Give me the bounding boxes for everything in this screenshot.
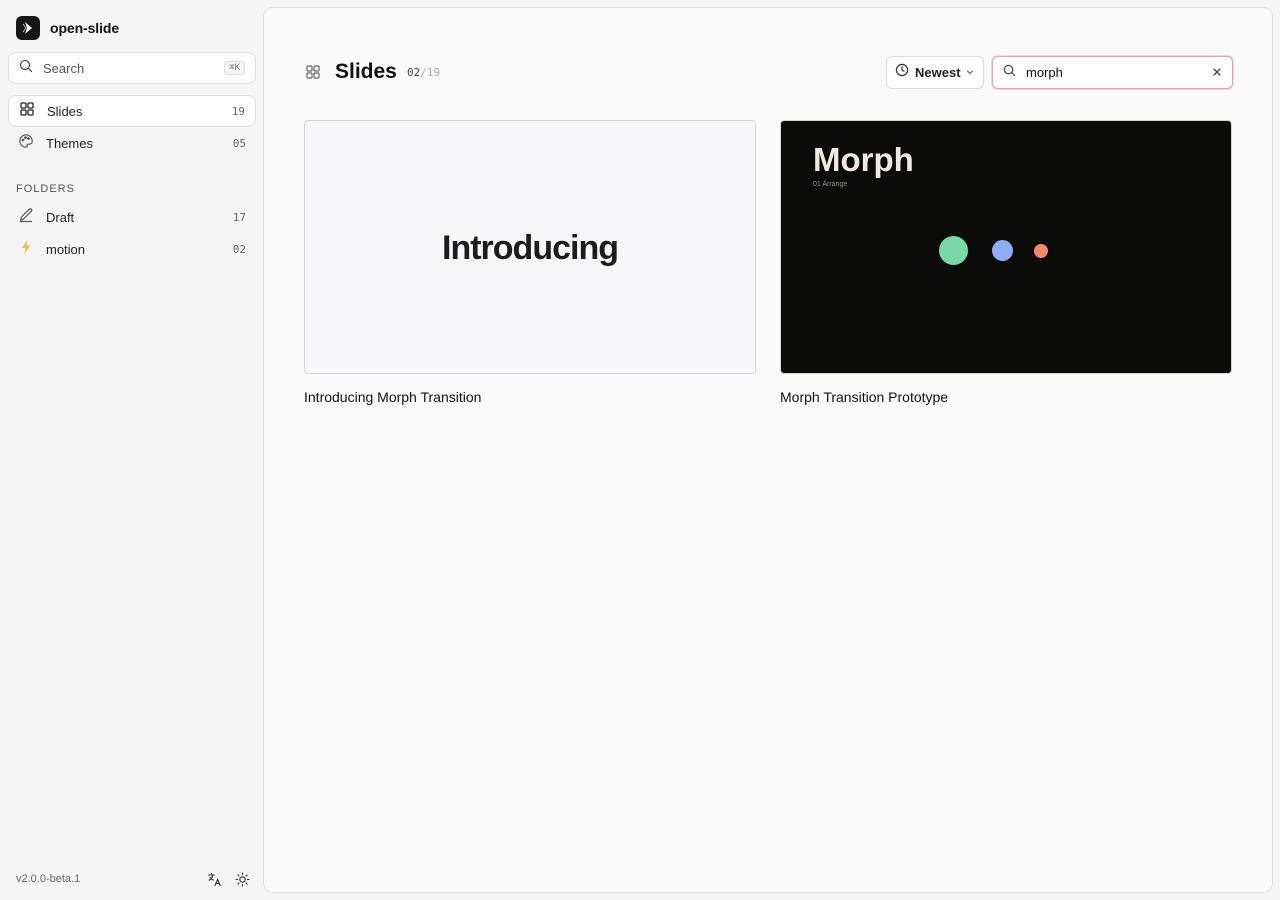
brand[interactable]: open-slide xyxy=(16,16,119,40)
sidebar-item-themes[interactable]: Themes 05 xyxy=(8,127,256,159)
clear-search-icon[interactable] xyxy=(1212,64,1222,82)
thumbnail-title: Introducing xyxy=(442,229,619,267)
thumbnail-dot-orange xyxy=(1034,244,1048,258)
sidebar-item-label: Slides xyxy=(47,103,83,119)
clock-icon xyxy=(895,63,909,82)
search-icon xyxy=(19,59,33,78)
folders-heading: FOLDERS xyxy=(16,183,75,195)
palette-icon xyxy=(18,133,34,154)
result-count: 02/19 xyxy=(407,66,440,79)
chevron-down-icon xyxy=(965,64,975,82)
translate-icon[interactable] xyxy=(206,871,222,887)
result-count-shown: 02 xyxy=(407,66,421,79)
sidebar-folder-count: 02 xyxy=(232,242,246,256)
grid-icon xyxy=(305,64,323,82)
theme-toggle-sun-icon[interactable] xyxy=(234,871,250,887)
sidebar-item-count: 05 xyxy=(232,136,246,150)
app-name: open-slide xyxy=(50,20,120,36)
slide-title[interactable]: Introducing Morph Transition xyxy=(304,389,756,405)
thumbnail-dot-green xyxy=(939,236,968,265)
result-count-total: /19 xyxy=(420,66,441,79)
sidebar-folder-label: motion xyxy=(46,241,86,257)
search-icon xyxy=(1003,64,1016,82)
main-panel: Slides 02/19 Newest Introducing Introduc… xyxy=(263,7,1273,893)
filter-search-field[interactable] xyxy=(992,56,1233,89)
app-version: v2.0.0-beta.1 xyxy=(16,873,81,885)
sidebar-folder-motion[interactable]: motion 02 xyxy=(8,233,256,265)
pencil-icon xyxy=(18,207,34,228)
sidebar-item-count: 19 xyxy=(231,104,245,118)
sort-dropdown[interactable]: Newest xyxy=(886,56,984,89)
sidebar-folder-count: 17 xyxy=(232,210,246,224)
thumbnail-title: Morph xyxy=(813,141,914,178)
sidebar-folder-draft[interactable]: Draft 17 xyxy=(8,201,256,233)
slide-card[interactable]: Morph 01 Arrange Morph Transition Protot… xyxy=(780,120,1232,405)
slide-thumbnail[interactable]: Introducing xyxy=(304,120,756,374)
search-label: Search xyxy=(43,60,85,76)
grid-icon xyxy=(19,101,35,122)
slide-title[interactable]: Morph Transition Prototype xyxy=(780,389,1232,405)
filter-search-input[interactable] xyxy=(1026,65,1212,80)
sidebar: open-slide Search ⌘K Slides 19 Themes 05… xyxy=(0,0,264,900)
thumbnail-dot-blue xyxy=(992,240,1013,261)
slide-card[interactable]: Introducing Introducing Morph Transition xyxy=(304,120,756,405)
search-shortcut: ⌘K xyxy=(224,61,245,75)
app-logo-icon xyxy=(16,16,40,40)
page-title: Slides xyxy=(335,60,397,83)
sidebar-folder-label: Draft xyxy=(46,209,75,225)
sidebar-item-slides[interactable]: Slides 19 xyxy=(8,95,256,127)
slide-thumbnail[interactable]: Morph 01 Arrange xyxy=(780,120,1232,374)
sidebar-search-button[interactable]: Search ⌘K xyxy=(8,52,256,84)
thumbnail-subtitle: 01 Arrange xyxy=(813,181,848,188)
sort-label: Newest xyxy=(915,65,961,80)
lightning-icon xyxy=(18,239,34,260)
sidebar-item-label: Themes xyxy=(46,135,93,151)
